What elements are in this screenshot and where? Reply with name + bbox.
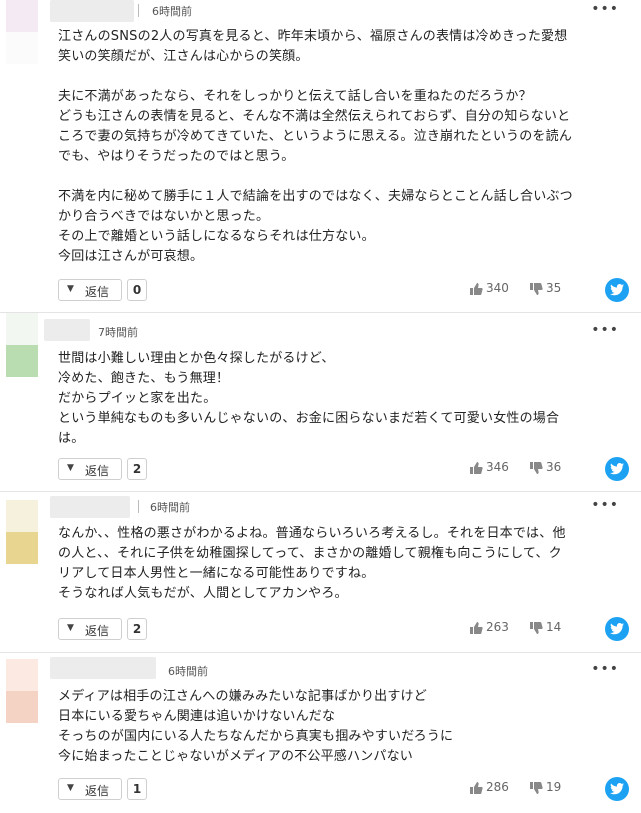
comment-1: 6時間前 ••• 江さんのSNSの2人の写真を見ると、昨年末頃から、福原さんの表… bbox=[0, 0, 641, 310]
reply-count[interactable]: 2 bbox=[127, 458, 147, 480]
avatar bbox=[6, 500, 38, 564]
timestamp: 6時間前 bbox=[168, 665, 208, 678]
twitter-bird-icon bbox=[610, 463, 624, 475]
thumbs-down-icon bbox=[530, 462, 543, 474]
reply-label: 返信 bbox=[85, 624, 110, 638]
reactions: 346 36 bbox=[469, 457, 629, 481]
avatar bbox=[6, 313, 38, 377]
reply-button[interactable]: ▼ 返信 bbox=[58, 618, 122, 640]
thumbs-up-icon bbox=[470, 622, 483, 634]
username-blurred bbox=[44, 319, 90, 341]
avatar bbox=[6, 659, 38, 723]
reactions: 286 19 bbox=[469, 777, 629, 801]
caret-down-icon: ▼ bbox=[67, 783, 74, 793]
thumbs-up-icon bbox=[470, 782, 483, 794]
thumbs-up-icon bbox=[470, 462, 483, 474]
reply-count[interactable]: 1 bbox=[127, 778, 147, 800]
timestamp: 6時間前 bbox=[150, 501, 190, 514]
twitter-bird-icon bbox=[610, 623, 624, 635]
reactions: 263 14 bbox=[469, 617, 629, 641]
twitter-share-button[interactable] bbox=[605, 457, 629, 481]
thumbs-down-icon bbox=[530, 782, 543, 794]
more-options-icon[interactable]: ••• bbox=[591, 661, 619, 677]
username-blurred bbox=[50, 0, 134, 22]
reactions: 340 35 bbox=[469, 278, 629, 302]
comment-body: 江さんのSNSの2人の写真を見ると、昨年末頃から、福原さんの表情は冷めきった愛想… bbox=[58, 29, 573, 264]
comment-2: 7時間前 ••• 世間は小難しい理由とか色々探したがるけど、 冷めた、飽きた、も… bbox=[0, 313, 641, 491]
reply-button[interactable]: ▼ 返信 bbox=[58, 458, 122, 480]
twitter-share-button[interactable] bbox=[605, 617, 629, 641]
twitter-share-button[interactable] bbox=[605, 278, 629, 302]
thumbs-down-icon bbox=[530, 622, 543, 634]
comment-body: メディアは相手の江さんへの嫌みみたいな記事ばかり出すけど 日本にいる愛ちゃん関連… bbox=[58, 689, 454, 764]
more-options-icon[interactable]: ••• bbox=[591, 1, 619, 17]
more-options-icon[interactable]: ••• bbox=[591, 497, 619, 513]
caret-down-icon: ▼ bbox=[67, 463, 74, 473]
comment-3: 6時間前 ••• なんか、、性格の悪さがわかるよね。普通ならいろいろ考えるし。そ… bbox=[0, 492, 641, 652]
more-options-icon[interactable]: ••• bbox=[591, 322, 619, 338]
timestamp: 6時間前 bbox=[152, 5, 192, 18]
reply-label: 返信 bbox=[85, 784, 110, 798]
name-separator bbox=[138, 4, 139, 17]
reply-count[interactable]: 0 bbox=[127, 279, 147, 301]
reply-button[interactable]: ▼ 返信 bbox=[58, 279, 122, 301]
comment-4: 6時間前 ••• メディアは相手の江さんへの嫌みみたいな記事ばかり出すけど 日本… bbox=[0, 653, 641, 813]
reply-count[interactable]: 2 bbox=[127, 618, 147, 640]
caret-down-icon: ▼ bbox=[67, 623, 74, 633]
thumbs-up-icon bbox=[470, 283, 483, 295]
twitter-bird-icon bbox=[610, 284, 624, 296]
twitter-share-button[interactable] bbox=[605, 777, 629, 801]
username-blurred bbox=[50, 657, 156, 679]
thumbs-down-icon bbox=[530, 283, 543, 295]
caret-down-icon: ▼ bbox=[67, 284, 74, 294]
reply-label: 返信 bbox=[85, 285, 110, 299]
reply-label: 返信 bbox=[85, 464, 110, 478]
comment-body: 世間は小難しい理由とか色々探したがるけど、 冷めた、飽きた、もう無理！ だからプ… bbox=[58, 351, 560, 446]
username-blurred bbox=[50, 496, 130, 518]
timestamp: 7時間前 bbox=[98, 326, 138, 339]
avatar bbox=[6, 0, 38, 64]
name-separator bbox=[138, 500, 139, 513]
reply-button[interactable]: ▼ 返信 bbox=[58, 778, 122, 800]
twitter-bird-icon bbox=[610, 783, 624, 795]
comment-body: なんか、、性格の悪さがわかるよね。普通ならいろいろ考えるし。それを日本では、他 … bbox=[58, 526, 566, 601]
